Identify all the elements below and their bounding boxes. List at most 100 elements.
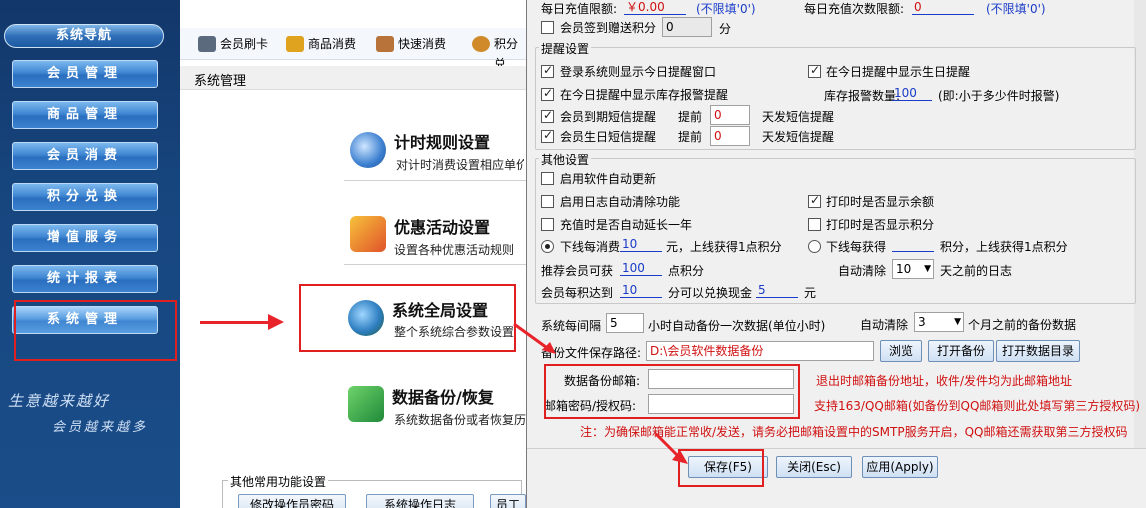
toolbar-quick-consumption-button[interactable]: 快速消费 [376, 34, 446, 54]
log-auto-clear-checkbox[interactable] [541, 195, 554, 208]
page-title-bar: 系统管理 [180, 66, 526, 90]
print-points-label: 打印时是否显示积分 [826, 218, 935, 232]
expire-sms-checkbox[interactable] [541, 108, 554, 123]
stock-alert-checkbox[interactable] [541, 86, 554, 101]
offline-get-suffix: 积分，上线获得1点积分 [940, 240, 1068, 254]
system-operation-log-button[interactable]: 系统操作日志 [366, 494, 474, 508]
browse-button[interactable]: 浏览 [880, 340, 922, 362]
auto-update-label: 启用软件自动更新 [560, 172, 657, 186]
points-reach-label: 会员每积达到 [541, 286, 614, 300]
auto-extend-checkbox[interactable] [541, 218, 554, 231]
toolbar-product-consumption-button[interactable]: 商品消费 [286, 34, 356, 54]
sidebar-item-value-added-services[interactable]: 增值服务 [12, 224, 158, 252]
annotation-arrow [200, 321, 270, 324]
stock-alert-label: 在今日提醒中显示库存报警提醒 [560, 88, 729, 102]
feature-timing-rules-title[interactable]: 计时规则设置 [394, 129, 490, 153]
backup-icon [348, 386, 384, 422]
birthday-today-checkbox[interactable] [808, 63, 821, 78]
close-button[interactable]: 关闭(Esc) [776, 456, 852, 478]
log-auto-clear-label: 启用日志自动清除功能 [560, 195, 681, 209]
feature-promotion-title[interactable]: 优惠活动设置 [394, 214, 490, 238]
qq-email-note: 支持163/QQ邮箱(如备份到QQ邮箱则此处填写第三方授权码) [814, 399, 1141, 413]
expire-sms-label: 会员到期短信提醒 [560, 110, 657, 124]
offline-get-radio[interactable] [808, 240, 821, 253]
daily-recharge-limit-input[interactable]: ￥0.00 [624, 0, 686, 15]
chevron-down-icon: ▼ [954, 317, 961, 327]
signin-points-input[interactable]: 0 [662, 17, 712, 37]
open-backup-button[interactable]: 打开备份 [928, 340, 994, 362]
annotation-arrow-head [268, 314, 284, 330]
highlight-box-sidebar [14, 300, 177, 361]
slogan-line-2: 会员越来越多 [52, 420, 149, 435]
exchange-icon [472, 36, 490, 52]
backup-auto-clear-months-suffix: 个月之前的备份数据 [968, 318, 1077, 332]
login-reminder-label: 登录系统则显示今日提醒窗口 [560, 65, 717, 79]
reminder-settings-legend: 提醒设置 [539, 40, 592, 57]
toolbar-label: 快速消费 [398, 37, 447, 51]
feature-backup-restore-title[interactable]: 数据备份/恢复 [392, 384, 494, 408]
backup-email-note: 退出时邮箱备份地址，收件/发件均为此邮箱地址 [816, 374, 1073, 388]
sidebar-item-member-consumption[interactable]: 会员消费 [12, 142, 158, 170]
select-value: 3 [918, 315, 926, 329]
daily-recharge-count-label: 每日充值次数限额: [804, 2, 905, 16]
clock-icon [350, 132, 386, 168]
daily-recharge-limit-label: 每日充值限额: [541, 2, 618, 16]
points-reach-input[interactable]: 10 [620, 283, 662, 298]
main-toolbar: 会员刷卡 商品消费 快速消费 积分兑 [180, 28, 526, 71]
birthday-sms-checkbox[interactable] [541, 128, 554, 143]
log-auto-clear-days-select[interactable]: 10 ▼ [892, 259, 934, 279]
auto-update-checkbox[interactable] [541, 172, 554, 185]
stock-alert-qty-label: 库存报警数量: [824, 89, 901, 103]
backup-auto-clear-label: 自动清除 [860, 318, 909, 332]
stock-alert-qty-input[interactable]: 100 [892, 86, 932, 101]
birthday-ahead-days-input[interactable]: 0 [710, 126, 750, 146]
log-auto-clear-days-label: 自动清除 [838, 264, 887, 278]
print-balance-label: 打印时是否显示余额 [826, 195, 935, 209]
offline-spend-radio[interactable] [541, 240, 554, 253]
points-reach-mid: 分可以兑换现金 [668, 286, 753, 300]
points-cash-input[interactable]: 5 [756, 283, 798, 298]
gift-icon [350, 216, 386, 252]
slogan-line-1: 生意越来越好 [8, 392, 111, 410]
daily-recharge-count-hint: (不限填'0') [986, 2, 1046, 16]
backup-interval-suffix: 小时自动备份一次数据(单位小时) [648, 319, 826, 333]
print-balance-checkbox[interactable] [808, 193, 821, 208]
backup-auto-clear-months-select[interactable]: 3 ▼ [914, 312, 964, 332]
referral-input[interactable]: 100 [620, 261, 662, 276]
feature-backup-restore-desc: 系统数据备份或者恢复历 [394, 413, 526, 427]
toolbar-card-swipe-button[interactable]: 会员刷卡 [198, 34, 268, 54]
chevron-down-icon: ▼ [924, 264, 931, 274]
backup-interval-input[interactable]: 5 [606, 313, 644, 333]
change-operator-password-button[interactable]: 修改操作员密码 [238, 494, 346, 508]
toolbar-label: 会员刷卡 [220, 37, 269, 51]
highlight-box-email-fields [544, 364, 800, 419]
divider [344, 180, 526, 181]
offline-spend-suffix: 元，上线获得1点积分 [666, 240, 782, 254]
sidebar-item-member-management[interactable]: 会员管理 [12, 60, 158, 88]
offline-spend-input[interactable]: 10 [620, 237, 662, 252]
birthday-sms-label: 会员生日短信提醒 [560, 130, 657, 144]
daily-recharge-limit-hint: (不限填'0') [696, 2, 756, 16]
other-settings-dialog-legend: 其他设置 [539, 151, 592, 168]
offline-get-input[interactable] [892, 237, 934, 252]
birthday-sms-days-label: 天发短信提醒 [762, 130, 835, 144]
backup-path-input[interactable]: D:\会员软件数据备份 [646, 341, 874, 361]
signin-points-checkbox[interactable] [541, 21, 554, 34]
other-settings-legend: 其他常用功能设置 [228, 473, 329, 490]
staff-settings-button[interactable]: 员工设置 [490, 494, 526, 508]
select-value: 10 [896, 262, 912, 276]
login-reminder-checkbox[interactable] [541, 63, 554, 78]
toolbar-points-exchange-button[interactable]: 积分兑 [472, 34, 526, 71]
sidebar-item-statistics-reports[interactable]: 统计报表 [12, 265, 158, 293]
apply-button[interactable]: 应用(Apply) [862, 456, 938, 478]
expire-ahead-days-input[interactable]: 0 [710, 105, 750, 125]
sidebar-item-points-exchange[interactable]: 积分兑换 [12, 183, 158, 211]
open-data-directory-button[interactable]: 打开数据目录 [996, 340, 1080, 362]
signin-points-label: 会员签到赠送积分 [560, 21, 657, 35]
daily-recharge-count-input[interactable]: 0 [912, 0, 974, 15]
sidebar-item-product-management[interactable]: 商品管理 [12, 101, 158, 129]
offline-spend-label: 下线每消费 [560, 240, 621, 254]
print-points-checkbox[interactable] [808, 218, 821, 231]
card-icon [198, 36, 216, 52]
annotation-arrow-to-path [513, 322, 556, 354]
